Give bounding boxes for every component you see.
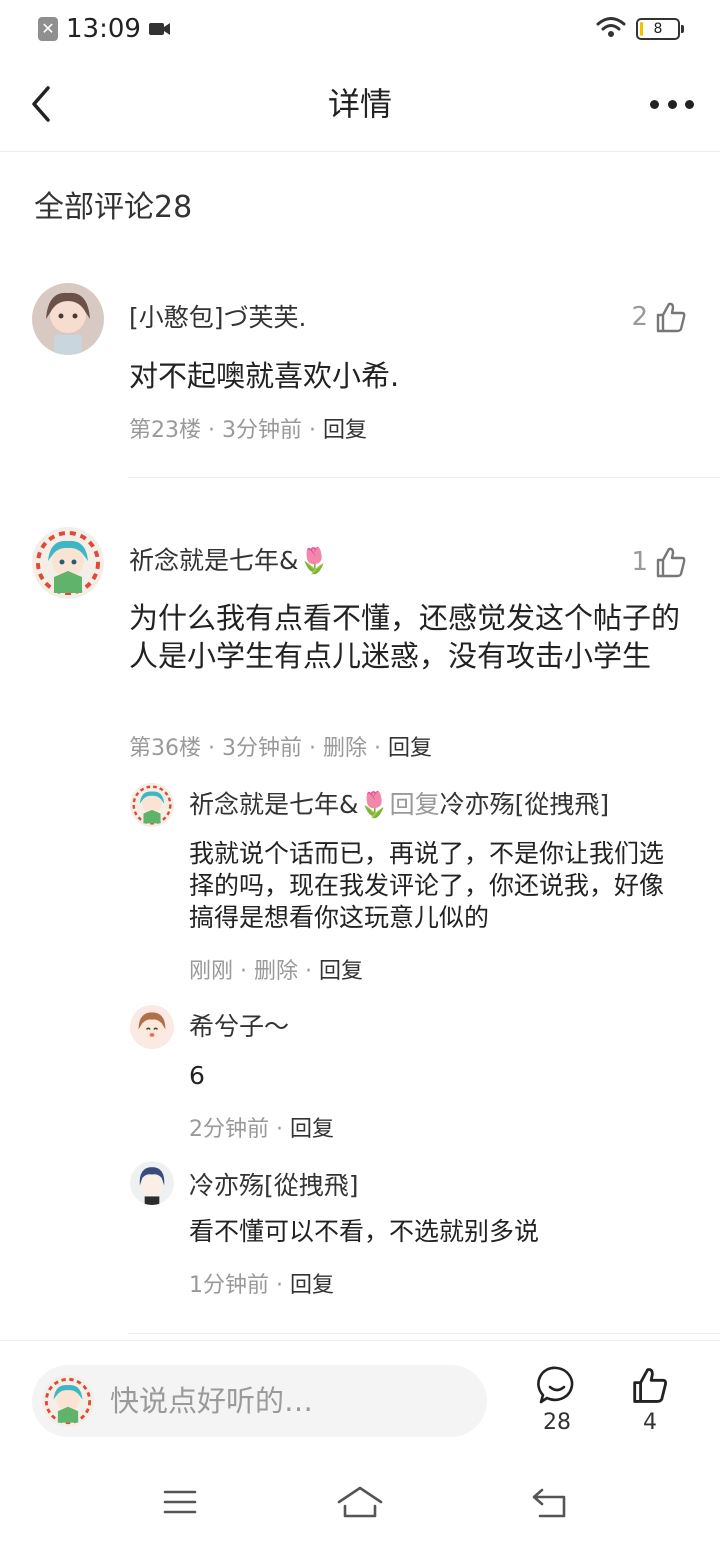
reply-link[interactable]: 回复 [319, 959, 363, 984]
system-nav-bar [0, 1464, 720, 1544]
reply-time: 刚刚 [189, 959, 234, 984]
notification-x-icon: ✕ [38, 17, 58, 41]
reply-target[interactable]: 冷亦殇[從拽飛] [440, 790, 610, 819]
reply-meta: 刚刚 · 删除 · 回复 [189, 959, 364, 984]
status-time: 13:09 [66, 14, 141, 44]
avatar[interactable] [32, 283, 104, 355]
reply-link[interactable]: 回复 [290, 1117, 334, 1142]
avatar[interactable] [130, 783, 174, 827]
home-icon [337, 1486, 383, 1518]
reply-link[interactable]: 回复 [323, 418, 367, 443]
comment-text: 对不起噢就喜欢小希. [129, 359, 400, 393]
thumbs-up-icon [633, 1368, 667, 1403]
like-post-button[interactable]: 4 [620, 1365, 680, 1437]
more-button[interactable] [650, 94, 694, 114]
comment-count: 28 [543, 1410, 571, 1435]
reply-link[interactable]: 回复 [290, 1273, 334, 1298]
comments-count-title: 全部评论28 [34, 190, 193, 225]
reply-time: 2分钟前 [189, 1117, 269, 1142]
nav-bar: 详情 [0, 58, 720, 152]
like-button[interactable]: 2 [631, 300, 688, 334]
reply-link[interactable]: 回复 [388, 736, 432, 761]
status-right: 8 [596, 16, 684, 42]
status-bar: ✕ 13:09 8 [0, 0, 720, 58]
avatar[interactable] [130, 1005, 174, 1049]
menu-button[interactable] [162, 1484, 198, 1524]
delete-link[interactable]: 删除 [254, 959, 298, 984]
video-camera-icon [148, 21, 171, 37]
like-count: 4 [643, 1410, 657, 1435]
return-icon [532, 1488, 566, 1518]
page-title: 详情 [327, 85, 392, 123]
divider [128, 477, 720, 478]
comment-floor: 第36楼 [129, 736, 201, 761]
battery-level: 8 [653, 21, 663, 37]
divider [128, 1333, 720, 1334]
avatar [42, 1375, 94, 1427]
more-dot [667, 99, 677, 109]
comment-meta: 第23楼 · 3分钟前 · 回复 [129, 418, 367, 443]
comment-time: 3分钟前 [221, 418, 302, 443]
thumbs-up-icon [656, 302, 686, 333]
delete-link[interactable]: 删除 [323, 736, 367, 761]
reply-text: 看不懂可以不看，不选就别多说 [189, 1217, 540, 1246]
reply-author[interactable]: 祈念就是七年&🌷 [189, 790, 390, 819]
input-placeholder: 快说点好听的… [110, 1384, 314, 1418]
like-count: 1 [631, 547, 648, 577]
bottom-bar: 快说点好听的… 28 4 [0, 1340, 720, 1464]
return-button[interactable] [530, 1484, 568, 1524]
reply-meta: 1分钟前 · 回复 [189, 1273, 334, 1298]
comment-input[interactable]: 快说点好听的… [32, 1365, 487, 1437]
reply-text: 我就说个话而已，再说了，不是你让我们选择的吗，现在我发评论了，你还说我，好像搞得… [189, 839, 665, 932]
avatar[interactable] [32, 527, 104, 599]
comment-bubble-icon [537, 1366, 574, 1404]
comment-text: 为什么我有点看不懂，还感觉发这个帖子的人是小学生有点儿迷惑，没有攻击小学生 [129, 601, 681, 673]
comment-meta: 第36楼 · 3分钟前 · 删除 · 回复 [129, 736, 432, 761]
battery-icon: 8 [636, 18, 684, 40]
reply-author[interactable]: 冷亦殇[從拽飛] [189, 1170, 359, 1202]
thumbs-up-icon [656, 547, 686, 578]
status-left: ✕ 13:09 [38, 14, 171, 44]
reply-author[interactable]: 希兮子～ [189, 1011, 289, 1043]
reply-time: 1分钟前 [189, 1273, 269, 1298]
reply-meta: 2分钟前 · 回复 [189, 1117, 334, 1142]
comment-floor: 第23楼 [129, 418, 201, 443]
more-dot [650, 99, 659, 109]
comment-author[interactable]: [小憨包]づ芙芙. [129, 302, 306, 334]
home-button[interactable] [336, 1484, 384, 1524]
comment-author[interactable]: 祈念就是七年&🌷 [129, 545, 330, 577]
menu-icon [163, 1490, 197, 1514]
reply-text: 6 [189, 1061, 205, 1090]
like-button[interactable]: 1 [631, 545, 688, 579]
comment-button[interactable]: 28 [527, 1365, 587, 1437]
reply-word: 回复 [389, 790, 440, 819]
comment-time: 3分钟前 [221, 736, 302, 761]
reply-author-line: 祈念就是七年&🌷回复冷亦殇[從拽飛] [189, 789, 609, 821]
more-dot [685, 99, 694, 109]
avatar[interactable] [130, 1161, 174, 1205]
wifi-icon [596, 16, 626, 42]
like-count: 2 [631, 302, 648, 332]
